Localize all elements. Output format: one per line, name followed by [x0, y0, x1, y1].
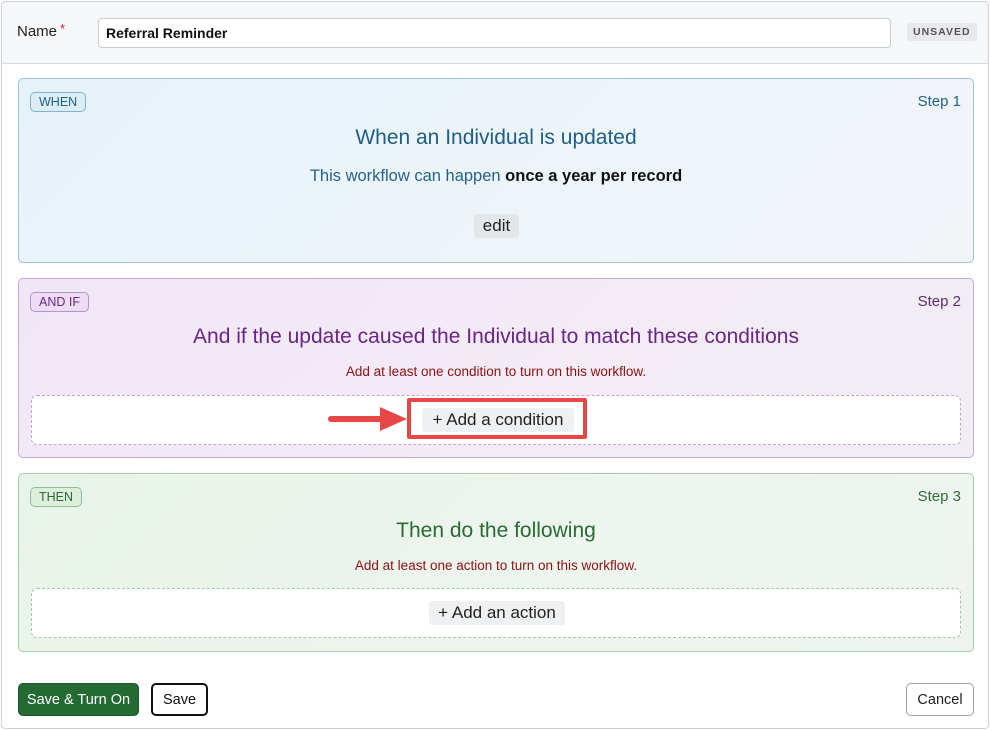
when-panel: WHEN Step 1 When an Individual is update…: [18, 78, 974, 263]
cancel-button[interactable]: Cancel: [906, 683, 974, 716]
workflow-name-input[interactable]: [98, 18, 891, 48]
action-dropzone: + Add an action: [31, 588, 961, 638]
frequency-value: once a year per record: [505, 167, 683, 185]
add-action-button[interactable]: + Add an action: [429, 601, 565, 625]
condition-warning: Add at least one condition to turn on th…: [345, 364, 647, 379]
step-1-label: Step 1: [917, 93, 961, 110]
edit-trigger-button[interactable]: edit: [474, 214, 519, 238]
action-warning: Add at least one action to turn on this …: [354, 558, 638, 573]
and-if-tag: AND IF: [30, 292, 89, 312]
workflow-editor: Name* UNSAVED WHEN Step 1 When an Indivi…: [1, 1, 989, 729]
step-3-label: Step 3: [917, 488, 961, 505]
condition-dropzone: + Add a condition: [31, 395, 961, 445]
and-if-panel: AND IF Step 2 And if the update caused t…: [18, 278, 974, 458]
status-badge: UNSAVED: [907, 23, 977, 41]
frequency-prefix: This workflow can happen: [309, 167, 501, 185]
when-tag: WHEN: [30, 92, 87, 112]
workflow-header: Name* UNSAVED: [2, 2, 988, 64]
then-panel: THEN Step 3 Then do the following Add at…: [18, 473, 974, 652]
add-condition-button[interactable]: + Add a condition: [422, 408, 574, 432]
frequency-text: This workflow can happen once a year per…: [19, 167, 973, 186]
save-and-turn-on-button[interactable]: Save & Turn On: [18, 683, 139, 716]
required-marker: *: [60, 21, 66, 36]
when-title: When an Individual is updated: [355, 126, 637, 149]
then-tag: THEN: [30, 487, 83, 507]
save-button[interactable]: Save: [151, 683, 208, 716]
name-label: Name *: [17, 21, 66, 40]
step-2-label: Step 2: [917, 293, 961, 310]
and-if-title: And if the update caused the Individual …: [193, 325, 799, 348]
then-title: Then do the following: [396, 519, 596, 542]
